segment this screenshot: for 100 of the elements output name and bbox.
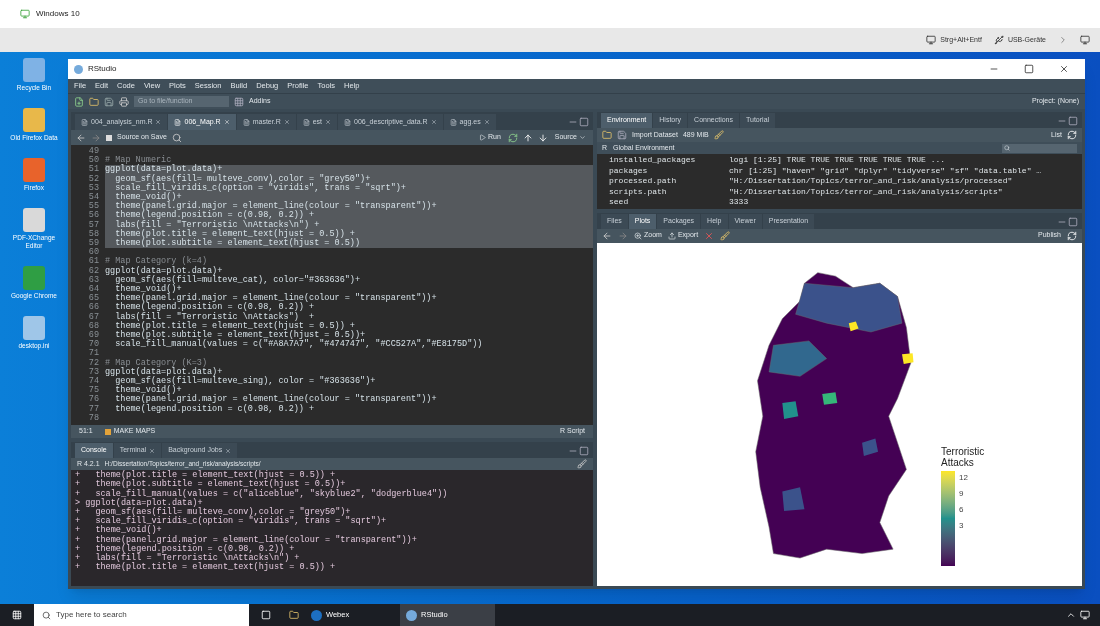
window-title: Windows 10 xyxy=(36,8,80,20)
maximize-pane-icon[interactable] xyxy=(1068,216,1078,227)
maximize-pane-icon[interactable] xyxy=(1068,116,1078,126)
line-number: 75 xyxy=(87,386,100,396)
save-icon[interactable] xyxy=(617,130,627,140)
close-icon xyxy=(325,119,332,125)
code-line: theme(panel.grid.major = element_line(colour = "transparent"))+ xyxy=(114,294,438,304)
close-icon xyxy=(483,119,490,125)
variable-name: seed xyxy=(609,197,630,208)
variable-value: 3333 xyxy=(729,197,749,208)
arrow-up-icon[interactable] xyxy=(522,132,533,143)
line-number: 59 xyxy=(87,239,100,249)
legend-tick-label: 9 xyxy=(959,489,965,499)
line-number: 61 xyxy=(87,257,100,267)
line-number: 55 xyxy=(87,202,100,212)
console-line: > ggplot(data=plot.data)+ xyxy=(75,498,203,508)
window-title: RStudio xyxy=(88,63,117,75)
variable-value: "H:/Dissertation/Topics/terror_and_risk/analysis/scripts" xyxy=(729,186,1003,197)
line-number: 60 xyxy=(87,248,100,258)
refresh-icon[interactable] xyxy=(1067,130,1077,140)
variable-name: processed.path xyxy=(609,176,678,187)
app-logo-icon xyxy=(74,64,83,74)
save-icon[interactable] xyxy=(104,96,114,107)
console-line: + theme(panel.grid.major = element_line(colour = "transparent"))+ xyxy=(75,535,418,545)
line-number: 72 xyxy=(87,358,100,368)
taskbar-search-field[interactable]: Type here to search xyxy=(34,604,249,626)
line-number: 50 xyxy=(87,156,100,166)
code-line: # Map Category (k=4) xyxy=(105,257,208,267)
forward-icon[interactable] xyxy=(91,132,101,143)
broom-icon[interactable] xyxy=(713,130,724,140)
start-icon[interactable] xyxy=(12,610,22,620)
line-number: 73 xyxy=(87,367,100,377)
variable-name: installed_packages xyxy=(609,155,697,166)
variable-value: logi [1:25] TRUE TRUE TRUE TRUE TRUE TRUE ... xyxy=(729,155,946,166)
broom-icon[interactable] xyxy=(720,230,731,241)
line-number: 66 xyxy=(87,303,100,313)
grid-icon[interactable] xyxy=(234,96,244,107)
code-line: theme(plot.title = element_text(hjust = 0.5)) + xyxy=(114,321,355,331)
console-line: + scale_fill_manual(values = c("aliceblue", "skyblue2", "dodgerblue4")) xyxy=(75,489,449,499)
maximize-icon[interactable] xyxy=(1024,64,1034,74)
file-icon xyxy=(242,118,250,126)
line-number: 69 xyxy=(87,331,100,341)
line-number: 58 xyxy=(87,229,100,239)
close-icon xyxy=(223,119,230,125)
arrow-down-icon[interactable] xyxy=(537,132,548,143)
line-number: 63 xyxy=(87,275,100,285)
refresh-icon[interactable] xyxy=(1067,230,1077,241)
tray-chevron-icon[interactable] xyxy=(1066,610,1076,620)
file-explorer-icon[interactable] xyxy=(289,610,299,620)
remove-plot-icon[interactable] xyxy=(704,230,715,241)
folder-icon[interactable] xyxy=(602,130,612,140)
broom-icon[interactable] xyxy=(577,459,587,470)
file-icon xyxy=(449,118,457,126)
file-icon xyxy=(344,118,352,126)
new-file-icon[interactable] xyxy=(74,96,84,107)
code-line: geom_sf(aes(fill=multeve_sing), color = "#363636")+ xyxy=(115,377,377,387)
close-icon[interactable] xyxy=(1059,64,1069,74)
console-line: + theme(legend.position = c(0.98, 0.2)) + xyxy=(75,544,295,554)
line-number: 77 xyxy=(87,404,100,414)
back-icon[interactable] xyxy=(602,230,612,241)
search-icon[interactable] xyxy=(171,132,182,143)
console-line: + theme_void()+ xyxy=(75,526,162,536)
search-icon xyxy=(1004,145,1010,151)
task-view-icon[interactable] xyxy=(261,610,271,620)
usb-icon xyxy=(993,35,1004,45)
monitor-icon xyxy=(20,9,30,19)
line-number: 57 xyxy=(87,220,100,230)
code-line: ggplot(data=plot.data)+ xyxy=(105,367,223,377)
close-icon xyxy=(155,119,162,125)
line-number: 53 xyxy=(87,183,100,193)
legend-tick-label: 12 xyxy=(959,473,968,483)
line-number: 67 xyxy=(87,312,100,322)
maximize-pane-icon[interactable] xyxy=(579,446,589,457)
variable-name: scripts.path xyxy=(609,186,668,197)
checkbox[interactable] xyxy=(106,134,112,141)
file-icon xyxy=(81,118,88,126)
line-number: 62 xyxy=(87,266,100,276)
line-number: 68 xyxy=(87,321,100,331)
print-icon[interactable] xyxy=(119,96,129,107)
code-line: # Map Category (K=3) xyxy=(105,358,208,368)
code-line: theme_void()+ xyxy=(114,386,182,396)
console-line: + scale_fill_viridis_c(option = "viridis", trans = "sqrt")+ xyxy=(75,517,388,527)
code-line: theme_void()+ xyxy=(114,285,182,295)
chevron-right-icon[interactable] xyxy=(1058,35,1068,45)
maximize-pane-icon[interactable] xyxy=(579,117,589,127)
code-line: labs(fill = "Terroristic \nAttacks") + xyxy=(114,312,316,322)
code-line: scale_fill_manual(values = c("#A8A7A7", "#474747", "#CC527A","#E8175D")) xyxy=(114,340,484,350)
line-number: 65 xyxy=(87,294,100,304)
line-number: 56 xyxy=(87,211,100,221)
display-icon[interactable] xyxy=(1080,35,1090,45)
folder-icon[interactable] xyxy=(89,96,99,107)
code-line: ggplot(data=plot.data)+ xyxy=(105,266,223,276)
forward-icon[interactable] xyxy=(618,230,628,241)
rerun-icon[interactable] xyxy=(507,132,518,143)
search-icon xyxy=(42,610,51,620)
back-icon[interactable] xyxy=(76,132,86,143)
search-field[interactable] xyxy=(1002,143,1077,153)
close-icon xyxy=(430,119,437,125)
variable-value: "H:/Dissertation/Topics/terror_and_risk/analysis/processed" xyxy=(729,176,1013,187)
line-number: 76 xyxy=(87,395,100,405)
